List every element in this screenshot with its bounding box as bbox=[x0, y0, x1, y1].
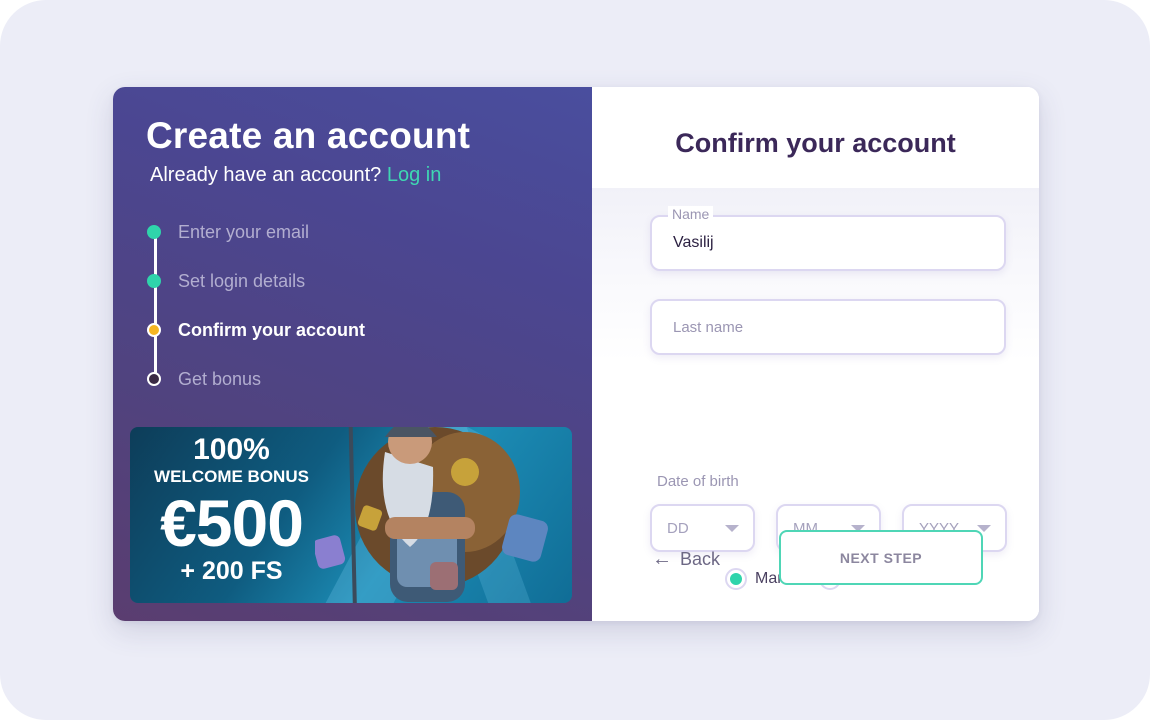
gender-radio-man[interactable]: Man bbox=[725, 568, 786, 590]
name-field[interactable]: Name Vasilij bbox=[650, 206, 1006, 271]
step-list: Enter your email Set login details Confi… bbox=[147, 219, 547, 399]
form-title: Confirm your account bbox=[675, 128, 956, 158]
page-title: Create an account bbox=[146, 115, 471, 156]
login-link[interactable]: Log in bbox=[387, 164, 442, 186]
arrow-left-icon: ← bbox=[652, 548, 672, 570]
last-name-placeholder: Last name bbox=[673, 318, 744, 336]
date-of-birth-label: Date of birth bbox=[657, 473, 739, 490]
form-header: Confirm your account bbox=[592, 87, 1039, 188]
dob-day-value: DD bbox=[667, 519, 689, 537]
confirm-account-form-panel: Confirm your account Name Vasilij Last n… bbox=[592, 87, 1039, 621]
viking-warrior-illustration bbox=[315, 427, 548, 603]
step-get-bonus: Get bonus bbox=[147, 366, 261, 392]
last-name-field[interactable]: Last name bbox=[650, 299, 1006, 355]
chevron-down-icon bbox=[725, 525, 739, 532]
next-step-button[interactable]: NEXT STEP bbox=[779, 530, 983, 585]
step-done-dot-icon bbox=[147, 225, 161, 239]
step-set-login: Set login details bbox=[147, 268, 305, 294]
step-label: Confirm your account bbox=[178, 319, 366, 340]
radio-checked-icon[interactable] bbox=[725, 568, 747, 590]
step-todo-dot-icon bbox=[147, 372, 161, 386]
signup-progress-panel: Create an account Already have an accoun… bbox=[113, 87, 592, 621]
welcome-bonus-banner: 100% WELCOME BONUS €500 + 200 FS bbox=[130, 427, 572, 603]
step-confirm-account: Confirm your account bbox=[147, 317, 365, 343]
name-field-value: Vasilij bbox=[673, 234, 714, 251]
dob-day-select[interactable]: DD bbox=[650, 504, 755, 552]
signup-card: Create an account Already have an accoun… bbox=[113, 87, 1039, 621]
step-label: Set login details bbox=[178, 270, 306, 291]
step-label: Get bonus bbox=[178, 368, 262, 389]
bonus-title: WELCOME BONUS bbox=[154, 467, 309, 486]
back-label: Back bbox=[680, 549, 721, 569]
name-field-label: Name bbox=[668, 206, 714, 222]
back-button[interactable]: ← Back bbox=[652, 548, 720, 571]
step-enter-email: Enter your email bbox=[147, 219, 309, 245]
login-prompt-text: Already have an account? bbox=[150, 164, 382, 186]
login-prompt: Already have an account? Log in bbox=[150, 164, 441, 187]
bonus-free-spins: + 200 FS bbox=[180, 557, 283, 585]
step-label: Enter your email bbox=[178, 221, 310, 242]
bonus-amount: €500 bbox=[160, 486, 304, 560]
step-done-dot-icon bbox=[147, 274, 161, 288]
page-background: Create an account Already have an accoun… bbox=[0, 0, 1150, 720]
step-rail bbox=[154, 232, 157, 380]
step-current-dot-icon bbox=[147, 323, 161, 337]
bonus-percent: 100% bbox=[193, 433, 270, 466]
